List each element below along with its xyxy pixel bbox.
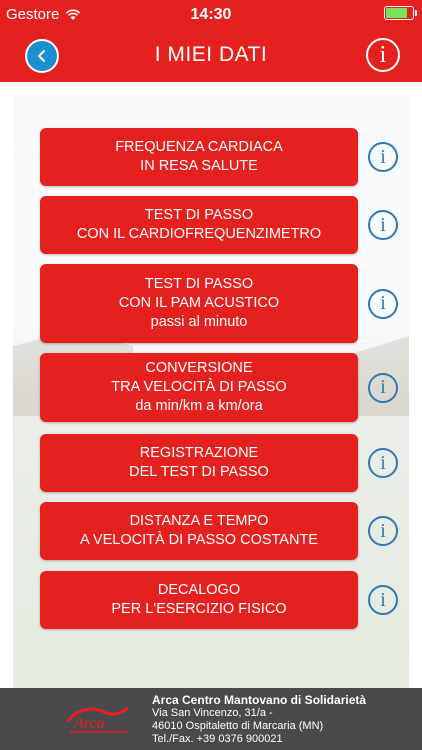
menu-button-label: REGISTRAZIONE [139,445,259,461]
info-icon[interactable]: i [368,585,398,615]
page-title: I MIEI DATI [154,43,268,66]
menu-button-label: da min/km a km/ora [135,398,263,414]
info-icon[interactable]: i [368,210,398,240]
menu-button-3[interactable]: TEST DI PASSO CON IL PAM ACUSTICO passi al… [40,264,358,343]
menu-button-label: PER L'ESERCIZIO FISICO [111,601,287,617]
status-time: 14:30 [190,6,232,23]
menu-button-label: passi al minuto [150,314,248,330]
nav-bar: I MIEI DATI i [0,30,422,82]
menu-button-label: CON IL CARDIOFREQUENZIMETRO [76,226,322,242]
phone-number: Tel./Fax. +39 0376 900021 [152,733,283,745]
menu-button-label: TRA VELOCITÀ DI PASSO [111,379,287,395]
menu-button-label: DEL TEST DI PASSO [129,464,269,480]
menu-button-label: CON IL PAM ACUSTICO [118,295,280,311]
menu-button-label: DECALOGO [157,582,241,598]
footer: Arca Arca Centro Mantovano di Solidariet… [0,688,422,750]
menu-button-label: IN RESA SALUTE [140,158,258,174]
menu-button-4[interactable]: CONVERSIONE TRA VELOCITÀ DI PASSO da min/k… [40,353,358,422]
menu-button-label: DISTANZA E TEMPO [129,513,269,529]
menu-button-label: CONVERSIONE [145,360,253,376]
info-icon[interactable]: i [368,288,398,319]
info-icon[interactable]: i [368,448,398,478]
info-icon[interactable]: i [368,516,398,546]
menu-button-5[interactable]: REGISTRAZIONE DEL TEST DI PASSO [40,434,358,492]
address-line-2: 46010 Ospitaletto di Marcaria (MN) [152,720,324,732]
info-icon: i [379,41,387,68]
menu-button-label: FREQUENZA CARDIACA [115,139,283,155]
status-right [384,6,417,20]
status-bar: Gestore 14:30 [0,0,422,30]
battery-icon [384,6,417,20]
menu-button-7[interactable]: DECALOGO PER L'ESERCIZIO FISICO [40,571,358,629]
menu-button-label: TEST DI PASSO [144,207,254,223]
info-icon[interactable]: i [368,142,398,172]
arca-logo: Arca [66,706,129,733]
menu-button-label: A VELOCITÀ DI PASSO COSTANTE [80,532,318,548]
menu-button-1[interactable]: FREQUENZA CARDIACA IN RESA SALUTE [40,128,358,186]
org-name: Arca Centro Mantovano di Solidarietà [152,693,367,707]
main-content: FREQUENZA CARDIACA IN RESA SALUTE i TEST DI… [0,82,422,688]
info-icon[interactable]: i [368,372,398,403]
menu-button-6[interactable]: DISTANZA E TEMPO A VELOCITÀ DI PASSO COST… [40,502,358,560]
footer-contact: Arca Centro Mantovano di Solidarietà Via… [152,694,366,746]
address-line-1: Via San Vincenzo, 31/a - [152,707,273,719]
logo-text: Arca [73,715,105,732]
menu-button-label: TEST DI PASSO [144,276,254,292]
header-info-button[interactable]: i [366,38,400,72]
menu-button-2[interactable]: TEST DI PASSO CON IL CARDIOFREQUENZIMETRO [40,196,358,254]
